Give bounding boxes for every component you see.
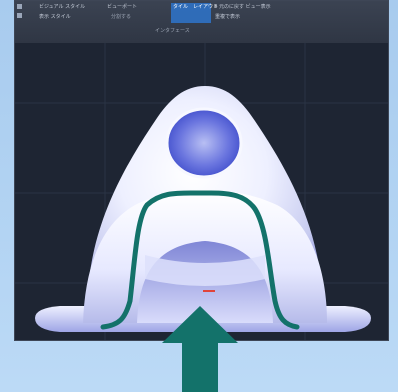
overlap-button[interactable]: 重複で表示 [215, 14, 240, 20]
display-style-button[interactable]: 表示 スタイル [39, 14, 71, 20]
ribbon-toolbar: ビジュアル スタイル 表示 スタイル ビューポート 分割する タイル レイアウト… [15, 1, 388, 44]
visual-style-button[interactable]: ビジュアル スタイル [39, 4, 85, 10]
viewport-button[interactable]: ビューポート [107, 4, 137, 10]
tile-button[interactable]: タイル [173, 4, 188, 10]
cad-window: ビジュアル スタイル 表示 スタイル ビューポート 分割する タイル レイアウト… [14, 0, 389, 341]
model-view [15, 43, 388, 340]
layout-icon[interactable] [17, 4, 22, 9]
split-button[interactable]: 分割する [111, 14, 131, 20]
up-arrow-icon [162, 306, 238, 392]
model-viewport[interactable] [15, 43, 388, 340]
style-icon[interactable] [17, 13, 22, 18]
restore-view-button[interactable]: Ⅱ 元のに戻す ビュー表示 [215, 4, 271, 10]
ribbon-group-label: インタフェース [155, 28, 190, 34]
